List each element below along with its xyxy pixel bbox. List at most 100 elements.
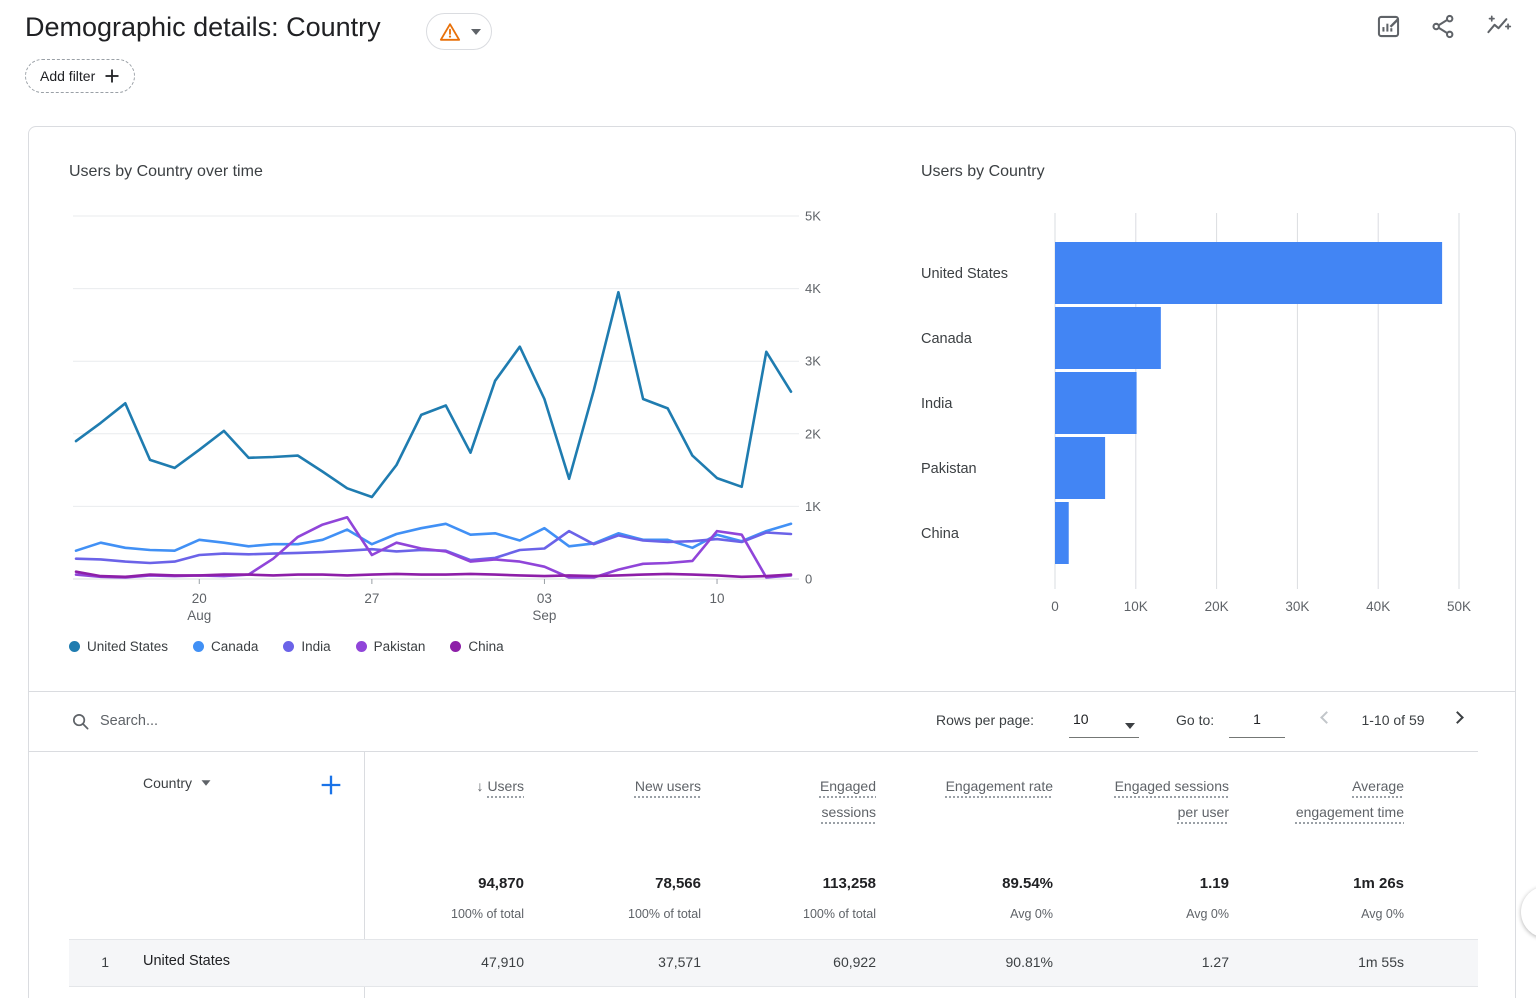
row-country: United States	[143, 953, 230, 969]
go-to-page-input[interactable]: 1	[1229, 706, 1285, 738]
column-header-new-users[interactable]: New users	[581, 773, 701, 799]
total-average-engagement-time: 1m 26s	[1284, 875, 1404, 892]
add-filter-label: Add filter	[40, 68, 95, 84]
chevron-down-icon	[1125, 723, 1135, 729]
svg-text:4K: 4K	[805, 281, 821, 296]
chevron-down-icon	[202, 780, 211, 785]
report-card: Users by Country over time 01K2K3K4K5K20…	[28, 126, 1516, 998]
chart-legend: United States Canada India Pakistan Chin…	[69, 639, 504, 654]
legend-label: India	[301, 639, 330, 654]
total-new-users: 78,566	[581, 875, 701, 892]
users-by-country-bar-chart: 010K20K30K40K50KUnited StatesCanadaIndia…	[901, 201, 1489, 621]
column-label: Engaged sessions	[820, 778, 876, 820]
row-rank: 1	[89, 954, 109, 970]
dimension-header-country[interactable]: Country	[143, 775, 211, 791]
total-users: 94,870	[404, 875, 524, 892]
svg-text:50K: 50K	[1447, 599, 1471, 614]
legend-item[interactable]: Canada	[193, 639, 258, 654]
svg-text:Sep: Sep	[532, 608, 556, 623]
svg-text:India: India	[921, 396, 953, 412]
total-engagement-rate: 89.54%	[943, 875, 1053, 892]
legend-label: Canada	[211, 639, 258, 654]
table-controls-row: Rows per page: 10 Go to: 1 1-10 of 59	[29, 692, 1515, 751]
svg-text:3K: 3K	[805, 354, 821, 369]
column-label: Engaged sessions per user	[1115, 778, 1229, 820]
legend-item[interactable]: China	[450, 639, 503, 654]
column-header-average-engagement-time[interactable]: Average engagement time	[1284, 773, 1404, 825]
bar-chart-title: Users by Country	[921, 163, 1045, 181]
sort-descending-icon: ↓	[476, 773, 483, 799]
column-label: Average engagement time	[1296, 778, 1404, 820]
svg-text:Canada: Canada	[921, 331, 973, 347]
legend-item[interactable]: United States	[69, 639, 168, 654]
search-icon	[71, 712, 90, 731]
column-label: New users	[635, 778, 701, 794]
table-header-border	[29, 751, 1478, 752]
column-label: Engagement rate	[946, 778, 1053, 794]
customize-report-icon[interactable]	[1375, 13, 1402, 40]
rows-per-page-select[interactable]: 10	[1069, 706, 1139, 738]
total-engaged-sessions-per-user-subtext: Avg 0%	[1114, 907, 1229, 921]
search-input[interactable]	[100, 704, 500, 738]
dimension-header-label: Country	[143, 775, 192, 791]
demographics-page: Demographic details: Country Add filter	[0, 0, 1536, 998]
total-engaged-sessions-subtext: 100% of total	[781, 907, 876, 921]
legend-label: Pakistan	[374, 639, 426, 654]
total-users-subtext: 100% of total	[404, 907, 524, 921]
svg-text:27: 27	[364, 591, 379, 606]
page-range: 1-10 of 59	[1345, 712, 1441, 728]
legend-dot-icon	[356, 641, 367, 652]
svg-text:5K: 5K	[805, 209, 821, 224]
report-toolbar	[1375, 13, 1512, 40]
chevron-down-icon	[471, 29, 481, 35]
go-to-label: Go to:	[1176, 712, 1214, 728]
column-label: Users	[487, 778, 524, 794]
svg-text:Aug: Aug	[187, 608, 211, 623]
rows-per-page-label: Rows per page:	[936, 712, 1034, 728]
legend-item[interactable]: Pakistan	[356, 639, 426, 654]
svg-text:China: China	[921, 526, 960, 542]
go-to-page-value: 1	[1229, 711, 1285, 727]
warning-triangle-icon	[439, 21, 461, 43]
column-header-engaged-sessions[interactable]: Engaged sessions	[781, 773, 876, 825]
svg-text:Pakistan: Pakistan	[921, 461, 977, 477]
column-header-engaged-sessions-per-user[interactable]: Engaged sessions per user	[1114, 773, 1229, 825]
column-header-engagement-rate[interactable]: Engagement rate	[943, 773, 1053, 799]
users-over-time-line-chart: 01K2K3K4K5K20Aug2703Sep10	[59, 201, 849, 647]
total-new-users-subtext: 100% of total	[581, 907, 701, 921]
row-new-users: 37,571	[581, 954, 701, 970]
svg-text:0: 0	[1051, 599, 1059, 614]
legend-dot-icon	[69, 641, 80, 652]
legend-dot-icon	[450, 641, 461, 652]
svg-text:2K: 2K	[805, 426, 821, 441]
total-average-engagement-time-subtext: Avg 0%	[1284, 907, 1404, 921]
svg-text:40K: 40K	[1366, 599, 1390, 614]
svg-text:1K: 1K	[805, 499, 821, 514]
total-engagement-rate-subtext: Avg 0%	[943, 907, 1053, 921]
legend-dot-icon	[283, 641, 294, 652]
svg-text:20: 20	[192, 591, 207, 606]
share-icon[interactable]	[1430, 13, 1457, 40]
data-quality-badge[interactable]	[426, 13, 492, 50]
row-users: 47,910	[404, 954, 524, 970]
insights-icon[interactable]	[1485, 13, 1512, 40]
svg-text:10K: 10K	[1124, 599, 1148, 614]
total-engaged-sessions: 113,258	[781, 875, 876, 892]
row-engaged-sessions: 60,922	[781, 954, 876, 970]
svg-text:30K: 30K	[1285, 599, 1309, 614]
add-filter-button[interactable]: Add filter	[25, 59, 135, 93]
legend-label: China	[468, 639, 503, 654]
column-header-users[interactable]: ↓Users	[404, 773, 524, 799]
svg-text:03: 03	[537, 591, 552, 606]
scroll-right-button[interactable]	[1521, 886, 1536, 938]
legend-item[interactable]: India	[283, 639, 330, 654]
row-engaged-sessions-per-user: 1.27	[1114, 954, 1229, 970]
next-page-icon[interactable]	[1451, 711, 1464, 724]
add-comparison-column-button[interactable]	[317, 771, 345, 799]
page-title: Demographic details: Country	[25, 12, 381, 43]
legend-label: United States	[87, 639, 168, 654]
table-row[interactable]	[69, 939, 1478, 987]
svg-text:United States: United States	[921, 266, 1008, 282]
previous-page-icon[interactable]	[1320, 711, 1333, 724]
rows-per-page-value: 10	[1073, 711, 1089, 727]
